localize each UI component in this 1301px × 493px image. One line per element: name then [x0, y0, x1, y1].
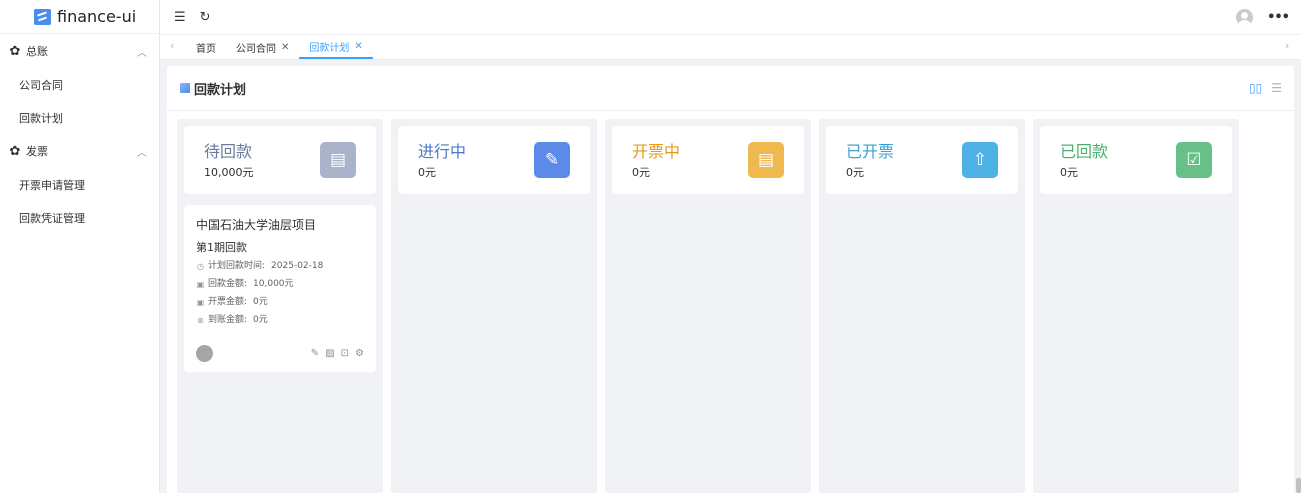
field-value: 2025-02-18 — [271, 261, 324, 271]
kanban-column-invoiced: 已开票 0元 ⇧ — [819, 119, 1025, 493]
kanban-column-in-progress: 进行中 0元 ✎ — [391, 119, 597, 493]
content-area: 回款计划 ▯▯ ☰ 待回款 10,000元 ▤ 中国石油大学油层项目 第1期回款… — [160, 60, 1301, 493]
close-icon[interactable]: ✕ — [281, 42, 289, 53]
menu-group-invoice[interactable]: ✿ 发票 ︿ — [0, 134, 159, 168]
card-field: ◷ 计划回款时间: 2025-02-18 — [196, 260, 364, 273]
card-footer: ✎ ▨ ⊡ ⚙ — [196, 345, 364, 362]
chevron-up-icon: ︿ — [137, 47, 147, 59]
tab-company-contract[interactable]: 公司合同 ✕ — [226, 35, 299, 59]
tab-payment-plan[interactable]: 回款计划 ✕ — [299, 35, 373, 59]
scrollbar[interactable] — [1296, 478, 1301, 493]
status-summary: 待回款 10,000元 ▤ — [184, 126, 376, 194]
panel-header: 回款计划 ▯▯ ☰ — [167, 66, 1294, 111]
menu-group-title: 总账 — [26, 45, 48, 58]
close-icon[interactable]: ✕ — [354, 41, 362, 52]
tabs-scroll-right-icon[interactable]: › — [1285, 35, 1301, 59]
app-name: finance-ui — [57, 7, 137, 26]
gear-icon: ✿ — [9, 43, 21, 59]
card-field: ▣ 开票金额: 0元 — [196, 296, 364, 309]
refresh-icon[interactable]: ↻ — [200, 10, 211, 25]
more-icon[interactable]: ••• — [1267, 10, 1290, 25]
doc-edit-icon: ✎ — [534, 142, 570, 178]
menu-group-title: 发票 — [26, 145, 48, 158]
upload-icon[interactable]: ⊡ — [341, 348, 349, 359]
kanban-column-pending: 待回款 10,000元 ▤ 中国石油大学油层项目 第1期回款 ◷ 计划回款时间:… — [177, 119, 383, 493]
field-value: 0元 — [253, 297, 268, 307]
clock-icon: ◷ — [197, 262, 204, 271]
tab-label: 回款计划 — [309, 42, 350, 54]
top-bar: ☰ ↻ ••• — [160, 0, 1301, 35]
doc-clock-icon: ▤ — [320, 142, 356, 178]
page-title-icon — [180, 83, 190, 93]
tab-label: 公司合同 — [236, 43, 276, 55]
row-view-icon[interactable]: ☰ — [1271, 81, 1282, 95]
page-title: 回款计划 — [194, 82, 247, 98]
kanban-column-invoicing: 开票中 0元 ▤ — [605, 119, 811, 493]
edit-icon[interactable]: ✎ — [311, 348, 319, 359]
field-label: 到账金额: — [208, 315, 248, 325]
field-label: 回款金额: — [208, 279, 248, 289]
inbox-check-icon: ☑ — [1176, 142, 1212, 178]
receipt-up-icon: ⇧ — [962, 142, 998, 178]
kanban-columns: 待回款 10,000元 ▤ 中国石油大学油层项目 第1期回款 ◷ 计划回款时间:… — [177, 119, 1284, 493]
payment-card[interactable]: 中国石油大学油层项目 第1期回款 ◷ 计划回款时间: 2025-02-18 ▣ … — [184, 205, 376, 372]
tabs-bar: ‹ 首页 公司合同 ✕ 回款计划 ✕ › — [160, 35, 1301, 60]
card-field: ⊛ 到账金额: 0元 — [196, 314, 364, 327]
money-icon: ▣ — [196, 280, 205, 289]
logo-icon — [34, 8, 51, 25]
card-subtitle: 第1期回款 — [196, 241, 247, 254]
sidebar: finance-ui ✿ 总账 ︿ 公司合同 回款计划 ✿ 发票 ︿ 开票申请管… — [0, 0, 160, 493]
gear-icon: ✿ — [9, 143, 21, 159]
menu-toggle-icon[interactable]: ☰ — [174, 10, 186, 25]
kanban-column-received: 已回款 0元 ☑ — [1033, 119, 1239, 493]
tabs-scroll-left-icon[interactable]: ‹ — [170, 35, 186, 59]
sidebar-item-payment-voucher[interactable]: 回款凭证管理 — [0, 201, 159, 234]
menu-group-ledger[interactable]: ✿ 总账 ︿ — [0, 34, 159, 68]
sidebar-item-payment-plan[interactable]: 回款计划 — [0, 101, 159, 134]
received-icon: ⊛ — [197, 316, 204, 325]
doc-stamp-icon: ▤ — [748, 142, 784, 178]
chevron-up-icon: ︿ — [137, 147, 147, 159]
field-label: 计划回款时间: — [208, 261, 266, 271]
board-panel: 回款计划 ▯▯ ☰ 待回款 10,000元 ▤ 中国石油大学油层项目 第1期回款… — [167, 66, 1294, 493]
column-view-icon[interactable]: ▯▯ — [1249, 81, 1262, 95]
status-summary: 进行中 0元 ✎ — [398, 126, 590, 194]
image-icon[interactable]: ▨ — [325, 348, 334, 359]
tab-home[interactable]: 首页 — [186, 35, 226, 59]
field-label: 开票金额: — [208, 297, 248, 307]
status-summary: 开票中 0元 ▤ — [612, 126, 804, 194]
card-title: 中国石油大学油层项目 — [196, 218, 317, 232]
sidebar-item-invoice-request[interactable]: 开票申请管理 — [0, 168, 159, 201]
app-logo[interactable]: finance-ui — [0, 0, 159, 34]
card-field: ▣ 回款金额: 10,000元 — [196, 278, 364, 291]
owner-avatar — [196, 345, 213, 362]
field-value: 0元 — [253, 315, 268, 325]
tab-label: 首页 — [196, 43, 216, 55]
invoice-icon: ▣ — [196, 298, 205, 307]
status-summary: 已回款 0元 ☑ — [1040, 126, 1232, 194]
field-value: 10,000元 — [253, 279, 294, 289]
settings-doc-icon[interactable]: ⚙ — [355, 348, 364, 359]
user-avatar[interactable] — [1236, 8, 1254, 26]
status-summary: 已开票 0元 ⇧ — [826, 126, 1018, 194]
sidebar-item-company-contract[interactable]: 公司合同 — [0, 68, 159, 101]
